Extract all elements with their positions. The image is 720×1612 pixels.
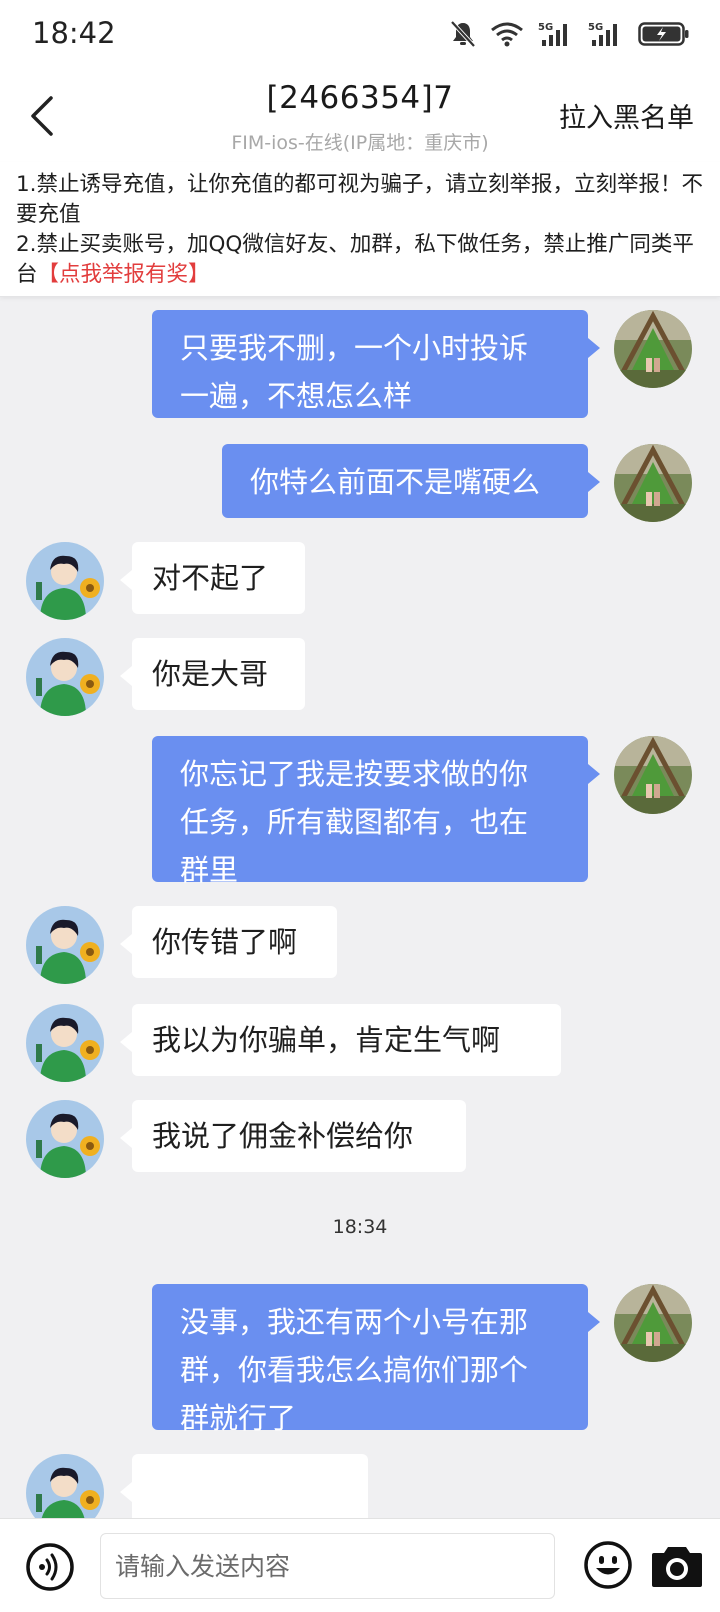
chat-header: [2466354]7 FIM-ios-在线(IP属地：重庆市) 拉入黑名单: [0, 68, 720, 162]
status-icons: 5G 5G: [450, 18, 690, 50]
status-time: 18:42: [32, 16, 116, 50]
message-text-line: 群里: [180, 853, 239, 887]
bubble-tail: [588, 472, 600, 492]
my-avatar[interactable]: [614, 736, 692, 814]
bubble-tail: [588, 764, 600, 784]
bubble-tail: [120, 934, 132, 954]
contact-avatar[interactable]: [26, 906, 104, 984]
notice-line-2: 2.禁止买卖账号，加QQ微信好友、加群，私下做任务，禁止推广同类平台【点我举报有…: [16, 230, 708, 290]
message-text-line: 你传错了啊: [152, 925, 298, 959]
contact-avatar[interactable]: [26, 1100, 104, 1178]
signal-5g-icon: 5G: [538, 22, 567, 46]
bubble-tail: [120, 570, 132, 590]
message-text-line: 群，你看我怎么搞你们那个: [180, 1353, 529, 1387]
emoji-icon: [584, 1541, 632, 1589]
camera-icon: [652, 1547, 702, 1587]
message-text-line: 只要我不删，一个小时投诉: [180, 331, 529, 365]
message-text-line: 没事，我还有两个小号在那: [180, 1305, 529, 1339]
contact-avatar[interactable]: [26, 542, 104, 620]
voice-icon: [26, 1543, 74, 1591]
message-input[interactable]: [100, 1533, 555, 1599]
outgoing-message[interactable]: 你特么前面不是嘴硬么: [222, 444, 588, 518]
bubble-tail: [120, 1482, 132, 1502]
notice-line-1: 1.禁止诱导充值，让你充值的都可视为骗子，请立刻举报，立刻举报！不要充值: [16, 172, 704, 227]
message-text-line: 群就行了: [180, 1401, 297, 1435]
bubble-tail: [588, 1312, 600, 1332]
battery-charging-icon: [638, 22, 689, 46]
voice-button[interactable]: [24, 1541, 76, 1593]
my-avatar[interactable]: [614, 444, 692, 522]
emoji-button[interactable]: [582, 1539, 634, 1591]
my-avatar[interactable]: [614, 1284, 692, 1362]
incoming-message[interactable]: [132, 1454, 368, 1518]
incoming-message[interactable]: 你传错了啊: [132, 906, 337, 978]
bubble-tail: [120, 1032, 132, 1052]
message-timestamp: 18:34: [332, 1216, 388, 1238]
message-text-line: 你忘记了我是按要求做的你: [180, 757, 529, 791]
message-text-line: 对不起了: [152, 561, 269, 595]
incoming-message[interactable]: 我以为你骗单，肯定生气啊: [132, 1004, 561, 1076]
my-avatar[interactable]: [614, 310, 692, 388]
contact-avatar[interactable]: [26, 638, 104, 716]
message-text-line: 我以为你骗单，肯定生气啊: [152, 1023, 501, 1057]
message-text-line: 你是大哥: [152, 657, 269, 691]
message-text-line: 你特么前面不是嘴硬么: [250, 465, 541, 499]
outgoing-message[interactable]: 你忘记了我是按要求做的你 任务，所有截图都有，也在 群里: [152, 736, 588, 887]
bell-muted-icon: [450, 20, 476, 48]
contact-avatar[interactable]: [26, 1004, 104, 1082]
input-bar: [0, 1518, 720, 1612]
wifi-icon: [491, 22, 523, 47]
bubble-tail: [120, 1128, 132, 1148]
incoming-message[interactable]: 对不起了: [132, 542, 305, 614]
svg-text:5G: 5G: [588, 22, 603, 33]
rules-notice: 1.禁止诱导充值，让你充值的都可视为骗子，请立刻举报，立刻举报！不要充值 2.禁…: [0, 162, 720, 297]
camera-button[interactable]: [650, 1541, 704, 1591]
outgoing-message[interactable]: 没事，我还有两个小号在那 群，你看我怎么搞你们那个 群就行了: [152, 1284, 588, 1435]
message-text-line: 任务，所有截图都有，也在: [180, 805, 529, 839]
bubble-tail: [120, 666, 132, 686]
blacklist-button[interactable]: 拉入黑名单: [559, 96, 694, 135]
svg-text:5G: 5G: [538, 22, 553, 33]
bubble-tail: [588, 338, 600, 358]
outgoing-message[interactable]: 只要我不删，一个小时投诉 一遍，不想怎么样: [152, 310, 588, 418]
message-text-line: 我说了佣金补偿给你: [152, 1119, 414, 1153]
status-bar: 18:42 5G 5G: [0, 0, 720, 68]
contact-avatar[interactable]: [26, 1454, 104, 1518]
signal-5g-icon: 5G: [588, 22, 617, 46]
incoming-message[interactable]: 你是大哥: [132, 638, 305, 710]
report-link[interactable]: 【点我举报有奖】: [38, 262, 210, 287]
message-list[interactable]: 只要我不删，一个小时投诉 一遍，不想怎么样你特么前面不是嘴硬么对不起了你是大哥你忘…: [0, 298, 720, 1518]
message-text-line: 一遍，不想怎么样: [180, 379, 413, 413]
incoming-message[interactable]: 我说了佣金补偿给你: [132, 1100, 466, 1172]
